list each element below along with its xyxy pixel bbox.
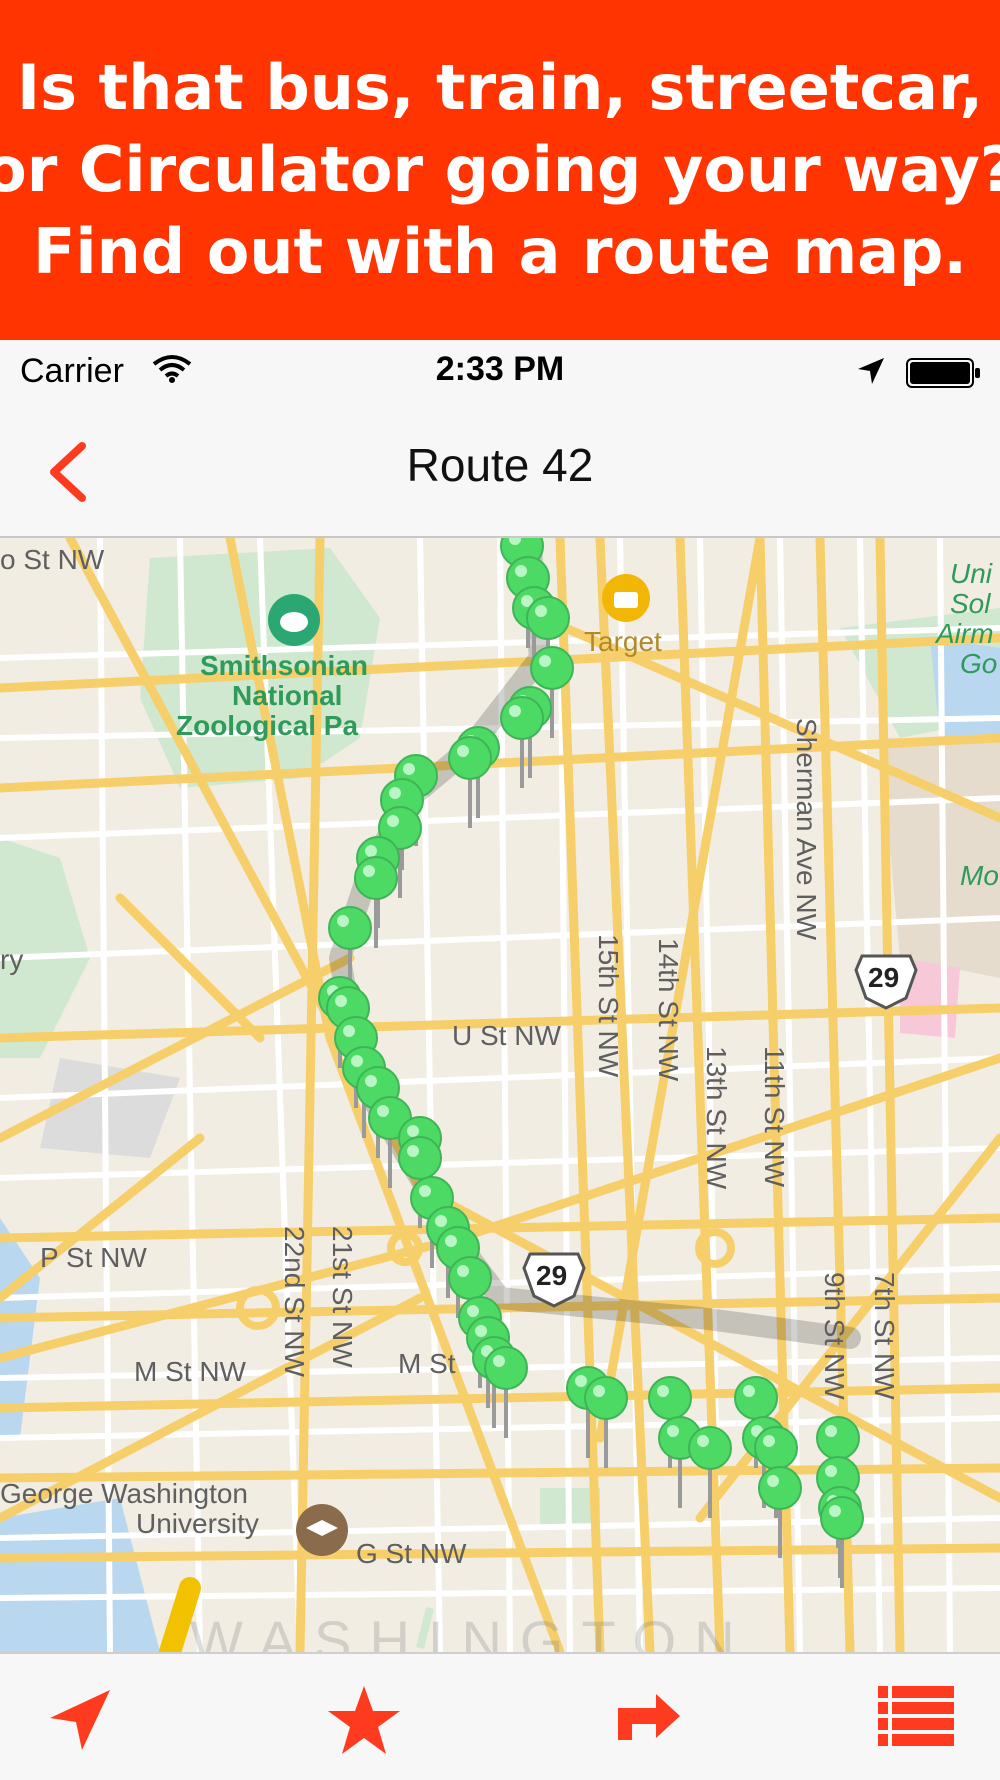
navigation-bar: Route 42 [0, 404, 1000, 538]
bus-stop-pin[interactable] [484, 1346, 528, 1438]
street-label: M St [398, 1348, 456, 1379]
park-label: Zoological Pa [176, 710, 359, 741]
tab-bar [0, 1652, 1000, 1780]
street-label: P St NW [40, 1242, 147, 1273]
street-label: G St NW [356, 1538, 467, 1569]
shield-number: 29 [536, 1260, 568, 1291]
street-label: 21st St NW [327, 1226, 358, 1368]
park-label: Smithsonian [200, 650, 369, 681]
star-icon[interactable] [326, 1684, 402, 1760]
place-label: Sol [950, 588, 991, 619]
park-label: National [232, 680, 343, 711]
page-title: Route 42 [406, 439, 594, 491]
place-label: Go [960, 648, 998, 679]
clock: 2:33 PM [435, 350, 565, 388]
poi-label: Target [584, 626, 662, 657]
location-arrow-icon [856, 356, 886, 390]
place-label: Uni [950, 558, 993, 589]
street-label: 22nd St NW [279, 1226, 310, 1377]
street-label: 7th St NW [869, 1272, 900, 1400]
city-label: WASHINGTON [190, 1609, 753, 1652]
bus-stop-pin[interactable] [448, 736, 492, 828]
street-label: Sherman Ave NW [791, 718, 822, 941]
street-label: M St NW [134, 1356, 246, 1387]
street-label: U St NW [452, 1020, 561, 1051]
list-icon[interactable] [878, 1684, 954, 1752]
directions-icon[interactable] [612, 1684, 684, 1748]
banner-line: Is that bus, train, streetcar, [17, 51, 983, 124]
route-map[interactable]: 29 29 o St NW Smithsonian National Zoolo… [0, 538, 1000, 1652]
shield-number: 29 [868, 962, 900, 993]
campus-label: University [136, 1508, 259, 1539]
street-label: ry [0, 944, 24, 975]
campus-label: George Washington [0, 1478, 248, 1509]
street-label: 9th St NW [819, 1272, 850, 1400]
bus-stop-pin[interactable] [820, 1496, 864, 1588]
status-bar: Carrier 2:33 PM [0, 340, 1000, 404]
banner-line: or Circulator going your way? [0, 133, 1000, 206]
bus-stop-pin[interactable] [500, 696, 544, 788]
battery-icon [906, 358, 982, 392]
promo-banner: Is that bus, train, streetcar, or Circul… [0, 0, 1000, 340]
location-arrow-icon[interactable] [46, 1684, 116, 1758]
place-label: Mo [960, 860, 999, 891]
street-label: 14th St NW [653, 938, 684, 1082]
banner-line: Find out with a route map. [33, 215, 967, 288]
place-label: Airm [936, 618, 994, 649]
street-label: 13th St NW [701, 1046, 732, 1190]
street-label: 15th St NW [593, 934, 624, 1078]
street-label: o St NW [0, 544, 105, 575]
street-label: 11th St NW [759, 1046, 790, 1188]
